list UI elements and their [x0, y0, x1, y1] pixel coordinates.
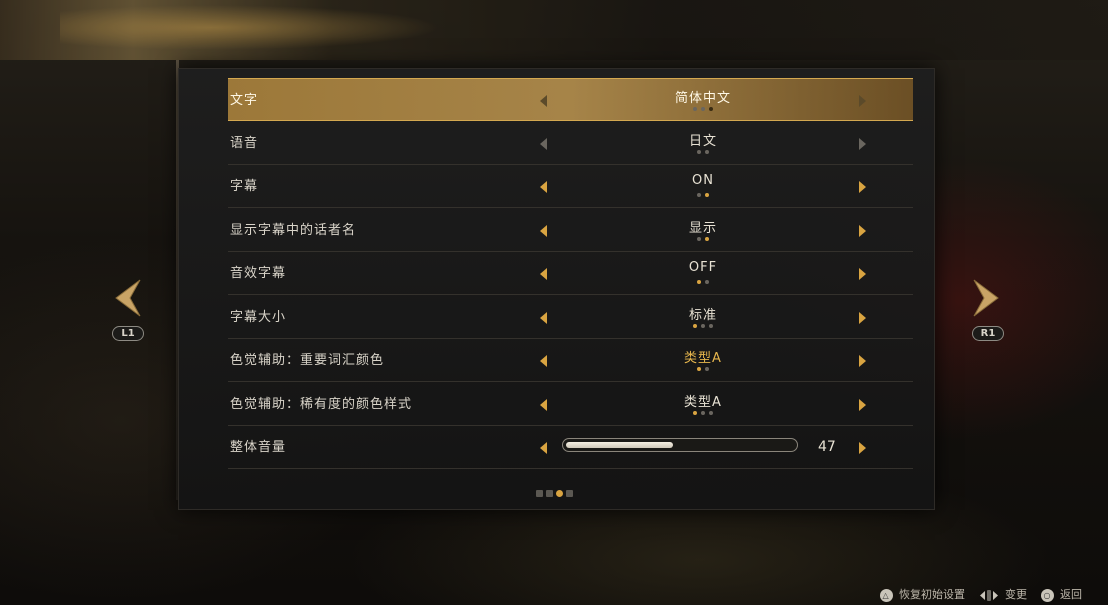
setting-value: 简体中文 [674, 91, 731, 106]
setting-row[interactable]: 色觉辅助：重要词汇颜色 类型A [228, 339, 913, 382]
chevron-right-icon[interactable] [858, 266, 868, 280]
setting-label: 语音 [230, 135, 259, 151]
footer-hints: △ 恢复初始设置 变更 ○ 返回 [870, 586, 1082, 604]
setting-row[interactable]: 显示字幕中的话者名 显示 [228, 209, 913, 252]
change-label: 变更 [1005, 588, 1027, 601]
setting-row[interactable]: 字幕大小 标准 [228, 296, 913, 339]
option-dot [701, 410, 705, 415]
option-dots [648, 107, 758, 111]
chevron-left-icon[interactable] [538, 223, 548, 237]
chevron-right-icon[interactable] [858, 223, 868, 237]
setting-value: ON [692, 173, 714, 188]
option-dot [697, 193, 701, 197]
option-dot [705, 149, 709, 154]
setting-label: 色觉辅助：稀有度的颜色样式 [230, 396, 413, 412]
page-dot [535, 490, 543, 497]
setting-row[interactable]: 语音 日文 [228, 122, 913, 165]
option-dots [648, 410, 758, 415]
circle-button-icon: ○ [1040, 588, 1054, 602]
chevron-left-icon [115, 279, 141, 317]
setting-label: 字幕大小 [230, 309, 287, 325]
triangle-button-icon: △ [879, 588, 893, 602]
page-dot [555, 490, 563, 497]
chevron-right-icon [973, 279, 999, 317]
option-dot [693, 410, 697, 415]
option-dots [648, 367, 758, 371]
chevron-left-icon[interactable] [538, 440, 548, 454]
option-dot [705, 367, 709, 371]
page-indicator [534, 490, 574, 497]
setting-value: 标准 [688, 307, 717, 323]
option-dot [709, 107, 713, 111]
option-dot [705, 193, 709, 197]
chevron-left-icon[interactable] [538, 310, 548, 324]
dpad-icon [979, 589, 998, 601]
page-dot [565, 490, 573, 497]
reset-hint[interactable]: △ 恢复初始设置 [879, 586, 965, 602]
volume-value: 47 [818, 439, 836, 455]
setting-value: 显示 [688, 220, 717, 236]
header-banner [0, 0, 1108, 60]
chevron-left-icon[interactable] [538, 397, 548, 411]
header-glow [60, 5, 440, 50]
volume-slider[interactable] [562, 438, 798, 452]
setting-label: 音效字幕 [230, 266, 287, 281]
chevron-right-icon[interactable] [858, 440, 868, 454]
option-dot [709, 410, 713, 415]
setting-label: 字幕 [230, 179, 259, 194]
page-dot [545, 490, 553, 497]
chevron-right-icon[interactable] [858, 93, 868, 107]
option-dot [701, 107, 705, 111]
chevron-right-icon[interactable] [858, 397, 868, 411]
option-dot [701, 323, 705, 328]
option-dot [693, 323, 697, 328]
option-dot [697, 280, 701, 284]
chevron-right-icon[interactable] [858, 136, 868, 150]
chevron-left-icon[interactable] [538, 353, 548, 367]
reset-label: 恢复初始设置 [899, 588, 965, 601]
chevron-left-icon[interactable] [538, 266, 548, 280]
back-hint[interactable]: ○ 返回 [1040, 586, 1082, 602]
option-dot [697, 236, 701, 241]
r1-button-tag: R1 [972, 326, 1004, 341]
option-dots [648, 149, 758, 154]
change-hint[interactable]: 变更 [979, 586, 1027, 602]
chevron-right-icon[interactable] [858, 310, 868, 324]
chevron-right-icon[interactable] [858, 179, 868, 193]
prev-page-button[interactable]: L1 [112, 278, 152, 348]
option-dots [648, 323, 758, 328]
option-dot [693, 107, 697, 111]
setting-label: 文字 [230, 93, 259, 108]
next-page-button[interactable]: R1 [970, 278, 1010, 348]
volume-label: 整体音量 [230, 440, 287, 455]
chevron-left-icon[interactable] [538, 179, 548, 193]
option-dots [648, 280, 758, 284]
option-dots [648, 193, 758, 197]
back-label: 返回 [1060, 588, 1082, 601]
volume-slider-fill [566, 442, 673, 448]
option-dot [709, 323, 713, 328]
chevron-right-icon[interactable] [858, 353, 868, 367]
setting-row[interactable]: 色觉辅助：稀有度的颜色样式 类型A [228, 383, 913, 426]
option-dot [697, 367, 701, 371]
setting-label: 显示字幕中的话者名 [230, 222, 357, 238]
option-dot [705, 236, 709, 241]
option-dot [697, 149, 701, 154]
l1-button-tag: L1 [112, 326, 144, 341]
setting-row[interactable]: 音效字幕 OFF [228, 252, 913, 295]
setting-row[interactable]: 文字 简体中文 [228, 78, 913, 121]
setting-value: OFF [688, 260, 718, 275]
setting-value: 类型A [684, 351, 722, 366]
setting-value: 类型A [684, 394, 722, 410]
setting-value: 日文 [688, 133, 717, 149]
setting-label: 色觉辅助：重要词汇颜色 [230, 353, 385, 368]
option-dot [705, 280, 709, 284]
chevron-left-icon[interactable] [538, 93, 548, 107]
setting-row[interactable]: 字幕 ON [228, 165, 913, 208]
volume-row[interactable]: 整体音量 47 [228, 426, 913, 469]
chevron-left-icon[interactable] [538, 136, 548, 150]
option-dots [648, 236, 758, 241]
